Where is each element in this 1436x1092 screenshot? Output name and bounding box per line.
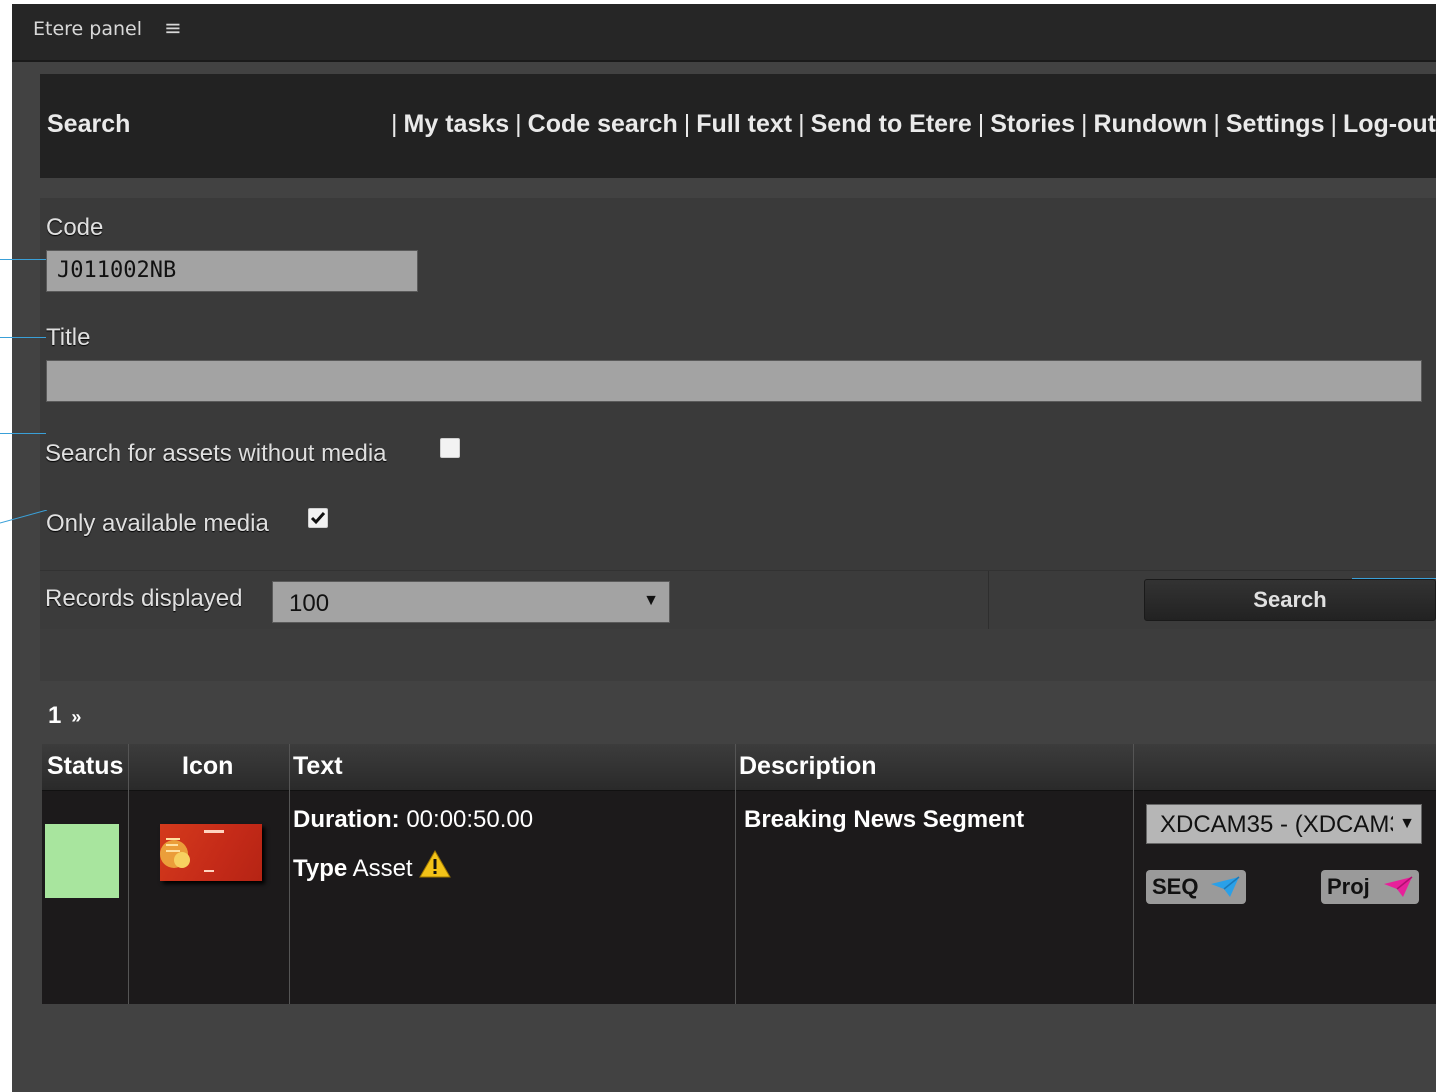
- results-table: Status Icon Text Description Duration: 0…: [42, 744, 1436, 1004]
- next-page-icon[interactable]: »: [71, 707, 81, 727]
- seq-button[interactable]: SEQ: [1146, 870, 1246, 904]
- search-form: Code J011002NB Title Search for assets w…: [40, 198, 1436, 628]
- status-indicator: [45, 824, 119, 898]
- col-icon: Icon: [182, 752, 234, 780]
- nav-stories[interactable]: Stories: [990, 110, 1075, 138]
- nav-log-out[interactable]: Log-out: [1343, 110, 1436, 138]
- page-number[interactable]: 1: [48, 702, 61, 729]
- code-label: Code: [46, 214, 104, 241]
- divider: [988, 571, 989, 629]
- duration-text: Duration: 00:00:50.00: [293, 806, 533, 834]
- available-media-checkbox[interactable]: [308, 508, 328, 528]
- nav-send-to-etere[interactable]: Send to Etere: [811, 110, 972, 138]
- asset-thumbnail[interactable]: [160, 824, 262, 881]
- description-text: Breaking News Segment: [744, 806, 1025, 833]
- nav-rundown[interactable]: Rundown: [1094, 110, 1208, 138]
- title-label: Title: [46, 324, 91, 351]
- type-value: Asset: [352, 855, 413, 882]
- divider: [1133, 744, 1134, 1004]
- annotation-line: [0, 337, 46, 338]
- col-description: Description: [739, 752, 877, 780]
- records-value: 100: [289, 590, 330, 617]
- send-plane-icon: [1211, 876, 1240, 897]
- no-media-checkbox[interactable]: [440, 438, 460, 458]
- pager: 1»: [48, 702, 81, 730]
- thumbnail-image-icon: [160, 830, 224, 872]
- panel-title: Etere panel: [33, 18, 142, 40]
- no-media-label: Search for assets without media: [45, 440, 387, 467]
- col-status: Status: [47, 752, 124, 780]
- seq-label: SEQ: [1152, 874, 1199, 899]
- nav-bar: Search | My tasks | Code search | Full text | S…: [40, 74, 1436, 178]
- send-plane-icon: [1384, 876, 1413, 897]
- hamburger-menu-icon[interactable]: ≡: [164, 16, 182, 40]
- proj-button[interactable]: Proj: [1321, 870, 1419, 904]
- search-button[interactable]: Search: [1144, 579, 1436, 621]
- annotation-line: [0, 433, 46, 434]
- nav-search[interactable]: Search: [47, 110, 130, 139]
- screen: Etere panel ≡ Search | My tasks | Code sear…: [0, 0, 1436, 1092]
- available-media-label: Only available media: [46, 510, 269, 537]
- title-input[interactable]: [46, 360, 1422, 402]
- nav-my-tasks[interactable]: My tasks: [404, 110, 510, 138]
- divider: [128, 744, 129, 1004]
- dropdown-arrow-icon: ▼: [1393, 805, 1421, 843]
- panel-titlebar: Etere panel ≡: [12, 4, 1436, 62]
- nav-settings[interactable]: Settings: [1226, 110, 1325, 138]
- nav-links: | My tasks | Code search | Full text | Send to …: [391, 110, 1436, 138]
- etere-panel: Etere panel ≡ Search | My tasks | Code sear…: [12, 4, 1436, 1092]
- divider: [735, 744, 736, 1004]
- annotation-line: [1352, 578, 1436, 579]
- divider: [289, 744, 290, 1004]
- empty-band: [40, 629, 1436, 681]
- proj-label: Proj: [1327, 874, 1370, 899]
- checkmark-icon: [310, 512, 326, 525]
- duration-label: Duration:: [293, 806, 400, 833]
- nav-full-text[interactable]: Full text: [696, 110, 792, 138]
- records-row: Records displayed 100 ▼ Search: [40, 570, 1436, 630]
- col-text: Text: [293, 752, 343, 780]
- nav-code-search[interactable]: Code search: [528, 110, 678, 138]
- records-select[interactable]: 100 ▼: [272, 581, 670, 623]
- annotation-line: [0, 259, 46, 260]
- duration-value: 00:00:50.00: [406, 806, 534, 833]
- code-input[interactable]: J011002NB: [46, 250, 418, 292]
- type-text: Type Asset: [293, 849, 452, 883]
- format-value: XDCAM35 - (XDCAM35: [1160, 811, 1417, 838]
- format-select[interactable]: XDCAM35 - (XDCAM35 ▼: [1146, 804, 1422, 844]
- annotation-line: [0, 510, 48, 524]
- table-header: Status Icon Text Description: [42, 744, 1436, 791]
- type-label: Type: [293, 855, 348, 882]
- records-label: Records displayed: [45, 585, 243, 612]
- warning-icon: [419, 849, 452, 878]
- dropdown-arrow-icon: ▼: [643, 592, 659, 609]
